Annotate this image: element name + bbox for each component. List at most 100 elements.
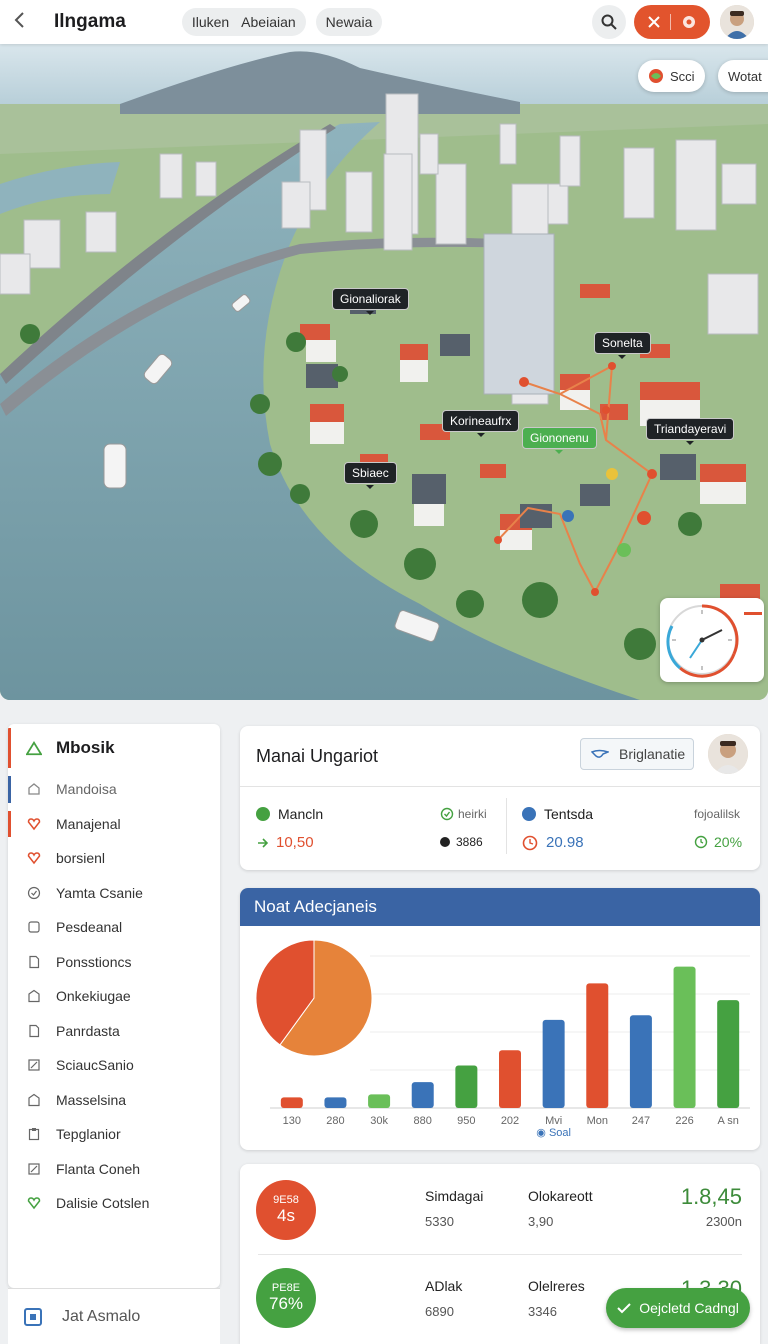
x-tick-label: 950 xyxy=(457,1115,475,1127)
square-target-icon xyxy=(24,1307,42,1326)
chart-bar xyxy=(324,1097,347,1108)
map-label-1[interactable]: Gionaliorak xyxy=(332,288,409,315)
row-1-col-2-sub: 3,90 xyxy=(528,1214,554,1229)
left-stat-value: 10,50 xyxy=(256,834,314,851)
summary-title: Manai Ungariot xyxy=(256,746,379,766)
confirm-button-label: Oejcletd Cadngl xyxy=(639,1300,739,1316)
chart-bar xyxy=(542,1019,565,1108)
filter-chip-group[interactable]: Iluken Abeiaian xyxy=(181,8,306,36)
map-chip-what-label: Wotat xyxy=(728,68,762,84)
sidebar-head-label: Mbosik xyxy=(56,738,115,757)
x-tick-label: 247 xyxy=(632,1115,650,1127)
x-tick-label: 280 xyxy=(326,1115,344,1127)
map-canvas[interactable] xyxy=(0,44,768,700)
tag-icon xyxy=(26,1092,42,1108)
sidebar-item-6[interactable]: Onkekiugae xyxy=(8,979,220,1014)
left-stat-tag: heirki xyxy=(440,807,487,821)
map-label-5[interactable]: Triandayeravi xyxy=(646,418,735,445)
sidebar-item-12[interactable]: Dalisie Cotslen xyxy=(8,1186,220,1221)
x-tick-label: Mon xyxy=(587,1115,608,1127)
close-icon[interactable] xyxy=(647,15,661,29)
chart-canvas: 130 280 30k 880 950 202 Mvi Mon 247 226 A sn ◉ Soal xyxy=(255,939,750,1139)
map-label-4[interactable]: Giononenu xyxy=(522,427,597,454)
sidebar-item-3[interactable]: Yamta Csanie xyxy=(8,876,220,911)
summary-avatar[interactable] xyxy=(708,734,748,774)
globe-icon xyxy=(649,69,663,83)
action-pill[interactable] xyxy=(634,5,710,39)
sidebar-item-label: Yamta Csanie xyxy=(56,884,143,901)
active-indicator xyxy=(8,728,11,768)
badge-row-1-main: 4s xyxy=(277,1206,295,1225)
clipboard-icon xyxy=(26,1126,42,1142)
row-1-col-1: Simdagai xyxy=(425,1188,484,1204)
chart-bar xyxy=(411,1082,434,1108)
map-chip-social-label: Scci xyxy=(670,68,695,84)
map-label-2[interactable]: Sonelta xyxy=(594,332,651,359)
right-stat-value: 20.98 xyxy=(522,834,584,851)
check-icon xyxy=(617,1303,631,1314)
section-indicator xyxy=(8,810,11,837)
sidebar-item-10[interactable]: Tepglanior xyxy=(8,1117,220,1152)
sidebar-item-4[interactable]: Pesdeanal xyxy=(8,910,220,945)
sidebar-item-5[interactable]: Ponsstioncs xyxy=(8,945,220,980)
confirm-button[interactable]: Oejcletd Cadngl xyxy=(606,1288,750,1328)
sidebar-item-9[interactable]: Masselsina xyxy=(8,1083,220,1118)
x-tick-label: 30k xyxy=(370,1115,388,1127)
document-icon xyxy=(26,954,42,970)
filter-chip-3[interactable]: Newaia xyxy=(315,8,383,36)
sidebar-item-0[interactable]: Mandoisa xyxy=(8,772,220,807)
sidebar: Mbosik Mandoisa Manajenal borsienl Yamta… xyxy=(8,724,220,1288)
sidebar-item-label: Manajenal xyxy=(56,815,121,832)
sidebar-item-label: Mandoisa xyxy=(56,781,117,798)
section-indicator xyxy=(8,776,11,803)
right-stat-tag-label: fojoalilsk xyxy=(694,807,741,821)
left-stat-tag-label: heirki xyxy=(458,807,487,821)
green-dot-icon xyxy=(256,807,270,821)
map-label-3[interactable]: Korineaufrx xyxy=(442,410,520,437)
city-map[interactable]: Scci Wotat Gionaliorak Sonelta Korineauf… xyxy=(0,44,768,700)
top-bar: Ilngama Iluken Abeiaian Newaia xyxy=(0,0,768,44)
sidebar-head[interactable]: Mbosik xyxy=(8,724,220,772)
app-title: Ilngama xyxy=(54,11,126,32)
central-tower[interactable] xyxy=(483,233,555,395)
row-2-col-1-sub: 6890 xyxy=(425,1304,454,1319)
map-chip-social[interactable]: Scci xyxy=(638,60,705,92)
filter-chip-1[interactable]: Iluken xyxy=(192,14,229,30)
chart-bar xyxy=(455,1065,478,1108)
left-stat-delta-label: 3886 xyxy=(456,835,483,849)
tag-icon xyxy=(26,988,42,1004)
edit-icon xyxy=(26,1161,42,1177)
sidebar-item-2[interactable]: borsienl xyxy=(8,841,220,876)
sidebar-footer[interactable]: Jat Asmalo xyxy=(8,1288,220,1344)
sidebar-item-1[interactable]: Manajenal xyxy=(8,807,220,842)
right-stat-name: Tentsda xyxy=(522,806,593,822)
summary-action-button[interactable]: Briglanatie xyxy=(580,738,694,770)
settings-icon[interactable] xyxy=(681,14,697,30)
blue-dot-icon xyxy=(522,807,536,821)
clock-icon xyxy=(522,835,538,850)
sidebar-item-11[interactable]: Flanta Coneh xyxy=(8,1152,220,1187)
badge-row-1-top: 9E58 xyxy=(273,1194,299,1206)
sidebar-item-label: Onkekiugae xyxy=(56,988,131,1005)
back-button[interactable] xyxy=(14,11,34,34)
search-button[interactable] xyxy=(592,5,626,39)
clock-widget[interactable] xyxy=(660,598,764,682)
right-stat-value-label: 20.98 xyxy=(546,834,584,851)
row-1-col-1-sub: 5330 xyxy=(425,1214,454,1229)
x-tick-label: 226 xyxy=(675,1115,693,1127)
map-chip-what[interactable]: Wotat xyxy=(718,60,768,92)
sidebar-item-8[interactable]: SciaucSanio xyxy=(8,1048,220,1083)
user-avatar[interactable] xyxy=(720,5,754,39)
right-stat-tag: fojoalilsk xyxy=(694,807,740,821)
sidebar-item-7[interactable]: Panrdasta xyxy=(8,1014,220,1049)
sidebar-item-label: SciaucSanio xyxy=(56,1057,134,1074)
filter-chip-2[interactable]: Abeiaian xyxy=(241,14,296,30)
filter-chip-3-label: Newaia xyxy=(325,14,373,30)
heart-icon xyxy=(26,850,42,866)
sidebar-item-label: Tepglanior xyxy=(56,1126,121,1143)
sidebar-item-label: Dalisie Cotslen xyxy=(56,1195,150,1212)
badge-row-2-top: PE8E xyxy=(271,1282,301,1294)
map-label-6[interactable]: Sbiaec xyxy=(344,462,397,489)
left-stat-value-label: 10,50 xyxy=(276,834,314,851)
x-tick-label: 880 xyxy=(414,1115,432,1127)
